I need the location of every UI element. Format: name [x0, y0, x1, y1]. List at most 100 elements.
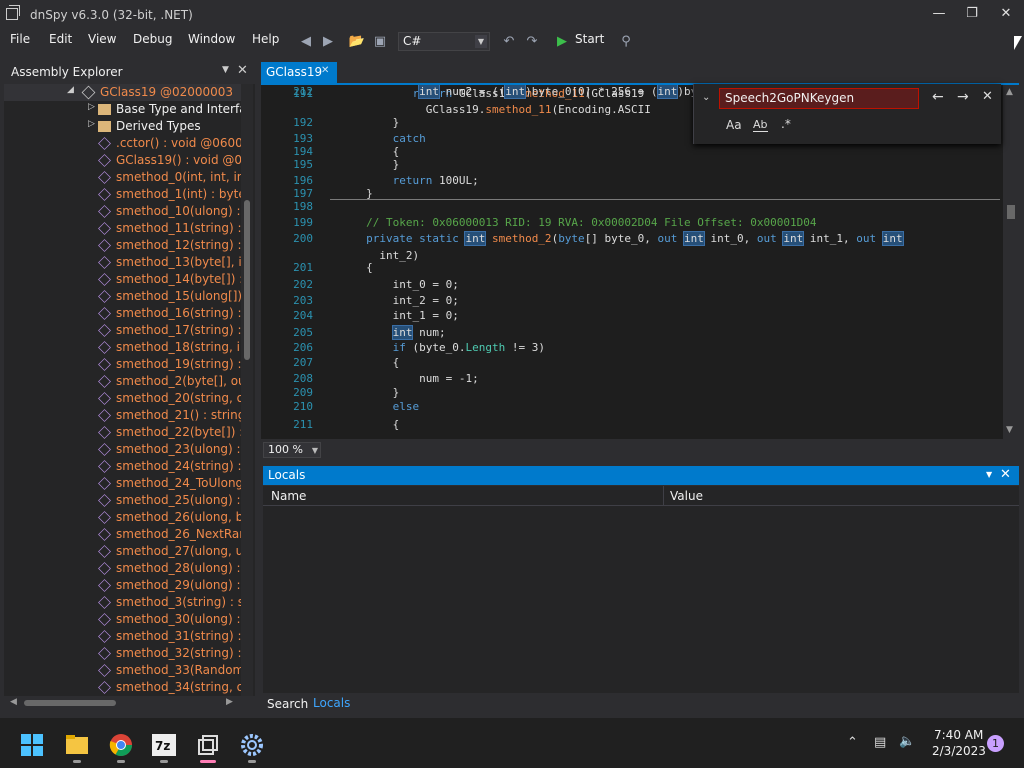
column-value[interactable]: Value — [670, 489, 703, 503]
chrome-icon[interactable] — [109, 733, 133, 757]
scroll-right-icon[interactable]: ▶ — [226, 697, 233, 707]
menu-debug[interactable]: Debug — [133, 32, 172, 46]
tree-node-method[interactable]: smethod_18(string, int — [4, 339, 242, 356]
tab-search[interactable]: Search — [267, 697, 308, 711]
tree-node-method[interactable]: smethod_2(byte[], out — [4, 373, 242, 390]
tree-node-method[interactable]: smethod_14(byte[]) : u — [4, 271, 242, 288]
start-button[interactable]: Start — [575, 32, 604, 46]
code-line[interactable]: GClass19.smethod_11(Encoding.ASCII — [333, 103, 651, 116]
expand-arrow-icon[interactable]: ▷ — [88, 119, 95, 129]
tree-node-method[interactable]: smethod_31(string) : u — [4, 628, 242, 645]
toggle-replace-icon[interactable]: ⌄ — [702, 92, 710, 103]
clock-time[interactable]: 7:40 AM — [934, 728, 983, 742]
tree-node-method[interactable]: smethod_11(string) : u — [4, 220, 242, 237]
code-line[interactable]: num = -1; — [333, 372, 479, 385]
forward-icon[interactable]: ▶ — [319, 33, 337, 51]
network-icon[interactable]: ▤ — [874, 735, 886, 750]
close-icon[interactable]: ✕ — [1000, 467, 1011, 482]
column-name[interactable]: Name — [271, 489, 306, 503]
code-line[interactable]: } — [333, 116, 400, 129]
editor-scroll-thumb[interactable] — [1007, 205, 1015, 219]
tree-node-method[interactable]: smethod_21() : string u — [4, 407, 242, 424]
code-line[interactable]: } — [333, 386, 400, 399]
code-line[interactable]: { — [333, 261, 373, 274]
find-input[interactable]: Speech2GoPNKeygen — [719, 88, 919, 109]
code-line[interactable]: { — [333, 356, 400, 369]
open-folder-icon[interactable]: 📂 — [348, 33, 366, 51]
start-play-icon[interactable]: ▶ — [553, 33, 571, 51]
code-line[interactable]: // Token: 0x06000013 RID: 19 RVA: 0x0000… — [333, 216, 816, 229]
tree-node-method[interactable]: smethod_28(ulong) : s — [4, 560, 242, 577]
scroll-down-icon[interactable]: ▼ — [1006, 425, 1013, 435]
code-line[interactable]: else — [333, 400, 420, 413]
find-close-icon[interactable]: ✕ — [982, 89, 993, 104]
minimize-button[interactable]: — — [928, 6, 950, 24]
tree-node-method[interactable]: smethod_25(ulong) : b — [4, 492, 242, 509]
7zip-icon[interactable]: 7z — [152, 733, 176, 757]
tree-node-method[interactable]: smethod_19(string) : u — [4, 356, 242, 373]
code-line[interactable]: private static int smethod_2(byte[] byte… — [333, 231, 904, 246]
code-line[interactable]: int num; — [333, 325, 446, 340]
save-all-icon[interactable]: ▣ — [371, 33, 389, 51]
notification-badge[interactable]: 1 — [987, 735, 1004, 752]
tree-node-method[interactable]: smethod_10(ulong) : s — [4, 203, 242, 220]
dnspy-icon[interactable] — [196, 733, 220, 757]
code-line[interactable]: return 100UL; — [333, 174, 479, 187]
scroll-left-icon[interactable]: ◀ — [10, 697, 17, 707]
start-icon[interactable] — [20, 733, 44, 757]
hscroll-thumb[interactable] — [24, 700, 116, 706]
menu-edit[interactable]: Edit — [49, 32, 72, 46]
tab-gclass19[interactable]: GClass19 ✕ — [261, 62, 337, 83]
search-icon[interactable]: ⚲ — [617, 33, 635, 51]
dropdown-icon[interactable]: ▼ — [986, 470, 992, 479]
tree-node-method[interactable]: smethod_30(ulong) : s — [4, 611, 242, 628]
tree-node-method[interactable]: smethod_24_ToUlong( — [4, 475, 242, 492]
tree-node-method[interactable]: GClass19() : void @060 — [4, 152, 242, 169]
tree-node-method[interactable]: smethod_32(string) : u — [4, 645, 242, 662]
regex-icon[interactable]: .* — [781, 117, 791, 131]
tree-node-method[interactable]: smethod_33(Random, — [4, 662, 242, 679]
tree-node-folder[interactable]: ▷ Base Type and Interfac — [4, 101, 242, 118]
clock-date[interactable]: 2/3/2023 — [932, 744, 986, 758]
redo-icon[interactable]: ↷ — [523, 33, 541, 51]
tree-node-method[interactable]: smethod_22(byte[]) : s — [4, 424, 242, 441]
menu-help[interactable]: Help — [252, 32, 279, 46]
file-explorer-icon[interactable] — [65, 733, 89, 757]
menu-file[interactable]: File — [10, 32, 30, 46]
restore-button[interactable]: ❐ — [961, 6, 983, 24]
tree-node-method[interactable]: smethod_1(int) : byte[ — [4, 186, 242, 203]
back-icon[interactable]: ◀ — [297, 33, 315, 51]
whole-word-icon[interactable]: Ab — [753, 118, 768, 132]
find-previous-icon[interactable]: ← — [932, 89, 944, 105]
code-line[interactable]: { — [333, 418, 400, 431]
zoom-select[interactable]: 100 % ▼ — [263, 442, 321, 458]
dropdown-icon[interactable]: ▼ — [222, 65, 229, 75]
code-line[interactable]: catch — [333, 132, 426, 145]
tree-node-method[interactable]: smethod_27(ulong, ul — [4, 543, 242, 560]
tab-locals[interactable]: Locals — [313, 696, 350, 710]
tree-node-method[interactable]: smethod_16(string) : u — [4, 305, 242, 322]
code-line[interactable]: int_2 = 0; — [333, 294, 459, 307]
tree-scroll-thumb[interactable] — [244, 200, 250, 360]
tree-node-method[interactable]: smethod_17(string) : s — [4, 322, 242, 339]
show-hidden-icons-icon[interactable]: ⌃ — [847, 735, 858, 750]
scroll-up-icon[interactable]: ▲ — [1006, 87, 1013, 97]
undo-icon[interactable]: ↶ — [500, 33, 518, 51]
tree-node-method[interactable]: smethod_26(ulong, by — [4, 509, 242, 526]
tree-node-method[interactable]: .cctor() : void @06000 — [4, 135, 242, 152]
tree-node-method[interactable]: smethod_12(string) : b — [4, 237, 242, 254]
tree-node-method[interactable]: smethod_34(string, ou — [4, 679, 242, 696]
tree-node-folder[interactable]: ▷ Derived Types — [4, 118, 242, 135]
tree-node-method[interactable]: smethod_29(ulong) : s — [4, 577, 242, 594]
code-line[interactable]: { — [333, 145, 400, 158]
menu-window[interactable]: Window — [188, 32, 235, 46]
find-next-icon[interactable]: → — [957, 89, 969, 105]
tree-horizontal-scrollbar[interactable]: ◀ ▶ — [4, 696, 255, 710]
expand-arrow-icon[interactable]: ▷ — [88, 102, 95, 112]
tab-close-icon[interactable]: ✕ — [321, 65, 329, 76]
code-line[interactable]: int_0 = 0; — [333, 278, 459, 291]
tree-vertical-scrollbar[interactable] — [241, 84, 253, 696]
match-case-icon[interactable]: Aa — [726, 118, 742, 132]
tree-node-method[interactable]: smethod_26_NextRan — [4, 526, 242, 543]
code-line[interactable]: int_1 = 0; — [333, 309, 459, 322]
